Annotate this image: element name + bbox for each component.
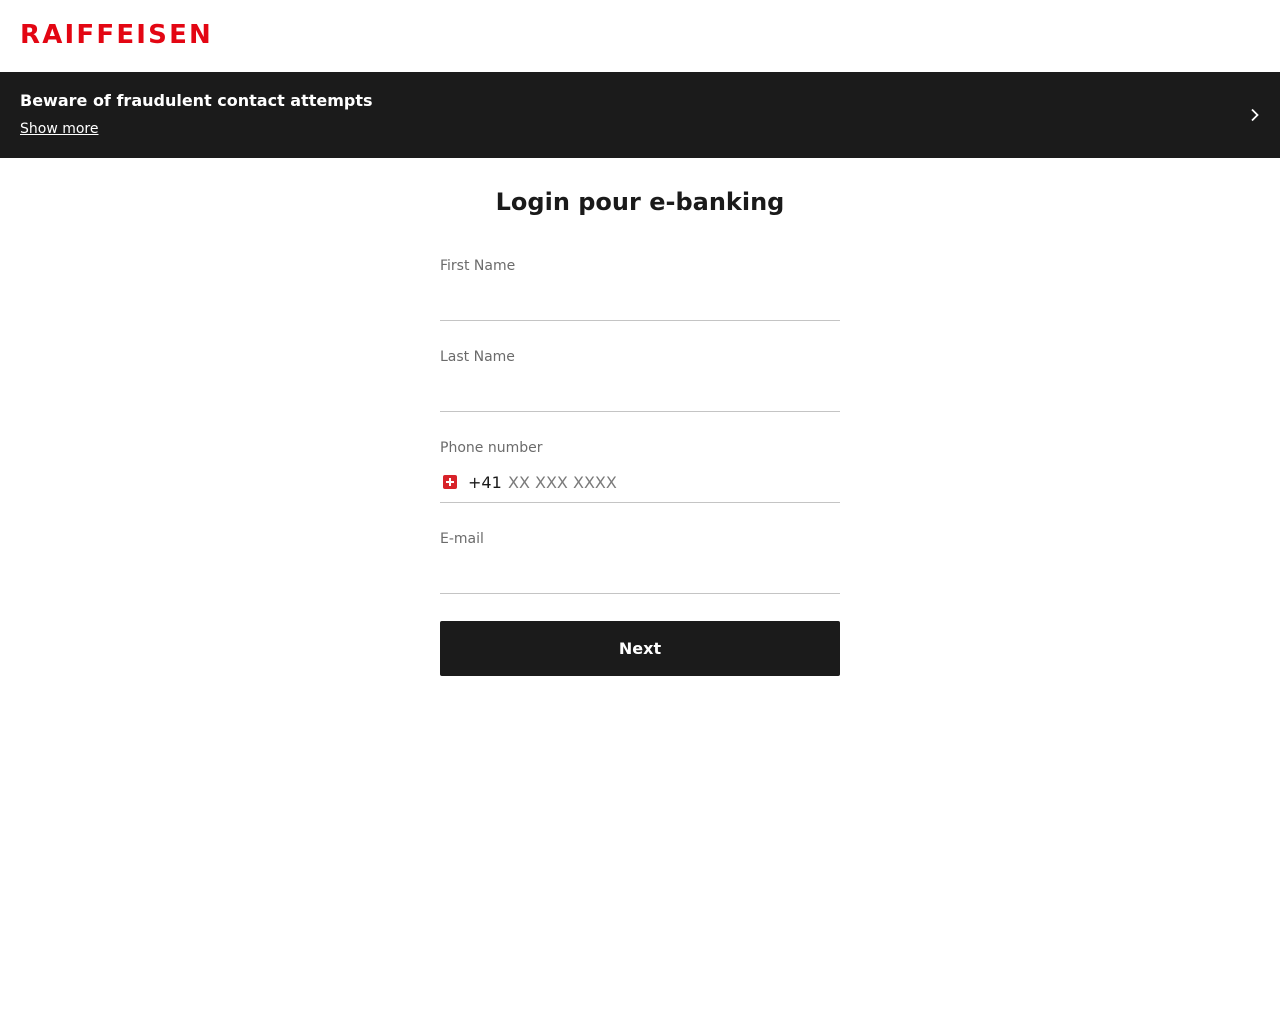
swiss-flag-icon	[443, 475, 457, 489]
next-button[interactable]: Next	[440, 621, 840, 676]
last-name-label: Last Name	[440, 349, 515, 365]
first-name-input[interactable]	[440, 281, 840, 321]
chevron-right-icon[interactable]	[1250, 108, 1260, 122]
phone-number-label: Phone number	[440, 440, 543, 456]
first-name-field: First Name	[440, 257, 840, 321]
phone-number-field: Phone number +41	[440, 439, 840, 503]
phone-input-row: +41	[440, 463, 840, 503]
phone-number-input[interactable]	[508, 463, 838, 502]
raiffeisen-logo[interactable]: RAIFFEISEN	[20, 19, 213, 51]
email-input[interactable]	[440, 554, 840, 594]
last-name-field: Last Name	[440, 348, 840, 412]
last-name-input[interactable]	[440, 372, 840, 412]
header: RAIFFEISEN	[0, 0, 1280, 72]
first-name-label: First Name	[440, 258, 516, 274]
email-field: E-mail	[440, 530, 840, 594]
country-code: +41	[468, 473, 502, 492]
show-more-link[interactable]: Show more	[20, 120, 99, 138]
email-label: E-mail	[440, 531, 484, 547]
banner-title: Beware of fraudulent contact attempts	[20, 91, 373, 110]
fraud-warning-banner[interactable]: Beware of fraudulent contact attempts Sh…	[0, 72, 1280, 158]
page-title: Login pour e-banking	[495, 188, 785, 216]
